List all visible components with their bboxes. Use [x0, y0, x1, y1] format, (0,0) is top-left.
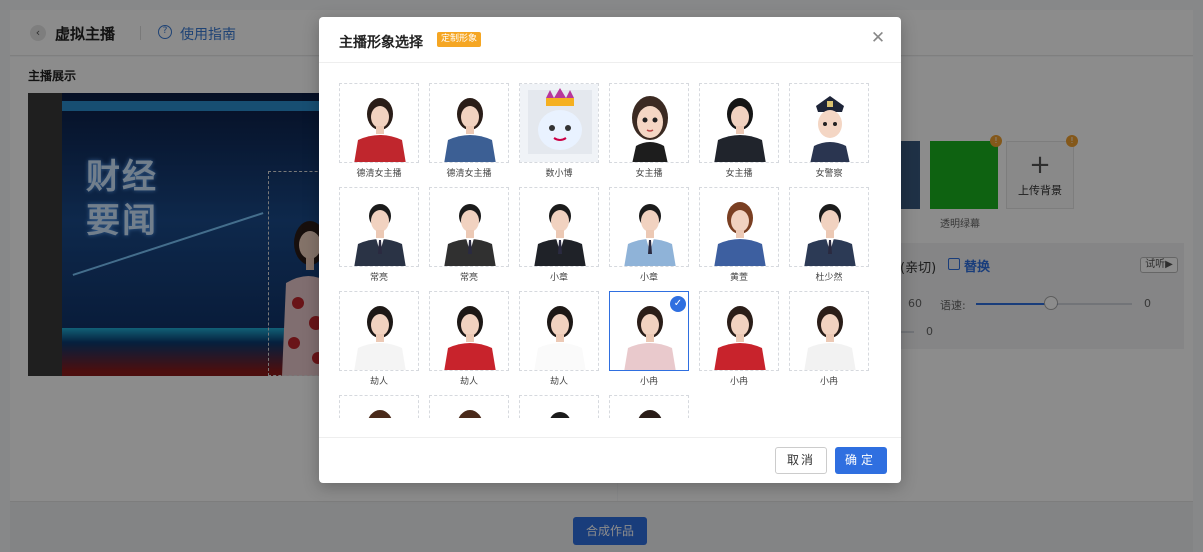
avatar-card[interactable]: ✓ 小冉 [609, 291, 689, 389]
man-avatar-figure [624, 204, 676, 266]
avatar-thumbnail[interactable] [519, 291, 599, 371]
avatar-thumbnail[interactable] [429, 83, 509, 163]
close-icon[interactable]: ✕ [869, 29, 887, 47]
avatar-select-modal: 主播形象选择 定制形象 ✕ 德清女主播 德清女主播 数小博 女主播 女主播 女警察常亮 常亮… [319, 17, 901, 483]
custom-avatar-tag[interactable]: 定制形象 [437, 32, 482, 47]
avatar-thumbnail[interactable] [339, 187, 419, 267]
avatar-thumbnail[interactable] [699, 83, 779, 163]
avatar-thumbnail[interactable]: ✓ [609, 291, 689, 371]
modal-title: 主播形象选择 [339, 35, 423, 51]
avatar-label: 常亮 [459, 273, 478, 283]
avatar-thumbnail[interactable] [789, 291, 869, 371]
avatar-card[interactable]: 杜少然 [789, 187, 869, 285]
avatar-card[interactable] [609, 395, 689, 418]
avatar-thumbnail[interactable] [339, 291, 419, 371]
avatar-label: 小冉 [639, 377, 658, 387]
man-avatar-figure [534, 204, 586, 266]
man-avatar-figure [354, 204, 406, 266]
cancel-button[interactable]: 取消 [775, 447, 827, 474]
woman-avatar-figure [444, 98, 496, 162]
avatar-card[interactable]: 小冉 [699, 291, 779, 389]
avatar-label: 劫人 [459, 377, 478, 387]
avatar-label: 劫人 [369, 377, 388, 387]
avatar-label: 数小博 [545, 169, 573, 179]
avatar-label: 德清女主播 [356, 169, 402, 179]
woman-avatar-figure [444, 306, 496, 370]
woman-avatar-figure [534, 306, 586, 370]
avatar-card[interactable]: 劫人 [339, 291, 419, 389]
woman-avatar-figure [458, 410, 482, 418]
avatar-label: 女警察 [815, 169, 843, 179]
avatar-card[interactable] [339, 395, 419, 418]
avatar-label: 小冉 [819, 377, 838, 387]
avatar-label: 常亮 [369, 273, 388, 283]
avatar-label: 杜少然 [815, 273, 843, 283]
avatar-label: 女主播 [635, 169, 663, 179]
avatar-label: 德清女主播 [446, 169, 492, 179]
avatar-card[interactable]: 小章 [609, 187, 689, 285]
avatar-card[interactable]: 数小博 [519, 83, 599, 181]
avatar-thumbnail[interactable] [339, 395, 419, 418]
avatar-thumbnail[interactable] [699, 187, 779, 267]
avatar-thumbnail[interactable] [699, 291, 779, 371]
avatar-card[interactable]: 女警察 [789, 83, 869, 181]
cartoon-avatar-figure [632, 96, 668, 162]
modal-header: 主播形象选择 定制形象 ✕ [319, 17, 901, 63]
woman-avatar-figure [638, 410, 662, 418]
avatar-grid: 德清女主播 德清女主播 数小博 女主播 女主播 女警察常亮 常亮 小章 小章 黄萱 杜少然劫人 劫人 劫… [339, 83, 883, 418]
woman-avatar-figure [354, 98, 406, 162]
avatar-label: 小冉 [729, 377, 748, 387]
avatar-thumbnail[interactable] [519, 187, 599, 267]
avatar-thumbnail[interactable] [429, 395, 509, 418]
woman-avatar-figure [714, 98, 766, 162]
woman-avatar-figure [354, 306, 406, 370]
man-avatar-figure [444, 204, 496, 266]
woman-avatar-figure [804, 306, 856, 370]
avatar-card[interactable] [429, 395, 509, 418]
man-avatar-figure [804, 204, 856, 266]
avatar-card[interactable]: 德清女主播 [339, 83, 419, 181]
avatar-thumbnail[interactable] [429, 187, 509, 267]
avatar-label: 劫人 [549, 377, 568, 387]
confirm-button[interactable]: 确定 [835, 447, 887, 474]
app-root: ‹ 虚拟主播 ? 使用指南 主播展示 财经 要闻 ! 透明绿幕 + 上传背景 !… [0, 0, 1203, 552]
avatar-thumbnail[interactable] [789, 187, 869, 267]
avatar-thumbnail[interactable] [339, 83, 419, 163]
woman-avatar-figure [714, 202, 766, 266]
modal-footer: 取消 确定 [319, 437, 901, 483]
man-avatar-figure [550, 412, 570, 418]
avatar-card[interactable]: 小章 [519, 187, 599, 285]
avatar-card[interactable]: 女主播 [609, 83, 689, 181]
avatar-thumbnail[interactable] [519, 83, 599, 163]
avatar-card[interactable]: 德清女主播 [429, 83, 509, 181]
avatar-thumbnail[interactable] [429, 291, 509, 371]
avatar-card[interactable]: 常亮 [429, 187, 509, 285]
woman-avatar-figure [368, 410, 392, 418]
avatar-card[interactable]: 劫人 [429, 291, 509, 389]
avatar-card[interactable]: 女主播 [699, 83, 779, 181]
avatar-label: 黄萱 [729, 273, 748, 283]
avatar-label: 女主播 [725, 169, 753, 179]
avatar-card[interactable]: 常亮 [339, 187, 419, 285]
police-avatar-figure [810, 96, 850, 162]
avatar-card[interactable]: 劫人 [519, 291, 599, 389]
avatar-card[interactable] [519, 395, 599, 418]
avatar-thumbnail[interactable] [609, 83, 689, 163]
woman-avatar-figure [714, 306, 766, 370]
avatar-card[interactable]: 黄萱 [699, 187, 779, 285]
robot-avatar-figure [520, 84, 598, 162]
avatar-thumbnail[interactable] [789, 83, 869, 163]
avatar-thumbnail[interactable] [519, 395, 599, 418]
avatar-thumbnail[interactable] [609, 395, 689, 418]
avatar-thumbnail[interactable] [609, 187, 689, 267]
avatar-card[interactable]: 小冉 [789, 291, 869, 389]
checkmark-icon: ✓ [670, 296, 686, 312]
avatar-label: 小章 [549, 273, 568, 283]
avatar-label: 小章 [639, 273, 658, 283]
